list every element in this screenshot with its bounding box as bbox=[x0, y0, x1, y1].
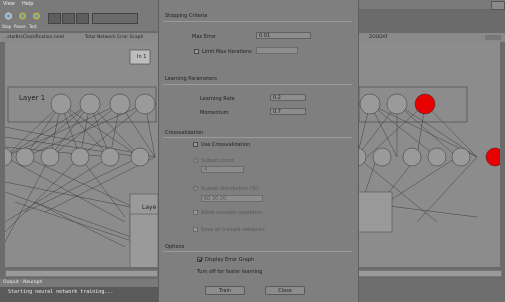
use-crossvalidation-label: Use Crossvalidation bbox=[201, 142, 251, 148]
tab-zoodat[interactable]: ZOODAT bbox=[369, 35, 388, 40]
horizontal-scrollbar-left[interactable] bbox=[5, 270, 158, 277]
allow-repetition-checkbox[interactable] bbox=[193, 210, 198, 215]
save-all-label: Save all trained networks bbox=[201, 227, 265, 233]
output-console: Starting neural network training... bbox=[0, 287, 158, 302]
subset-distribution-field[interactable]: 60 20 20 bbox=[201, 195, 263, 202]
separator bbox=[163, 251, 352, 252]
options-title: Options bbox=[165, 244, 185, 250]
reset-button[interactable] bbox=[62, 13, 75, 24]
train-button[interactable]: Train bbox=[205, 286, 245, 295]
menu-help[interactable]: Help bbox=[22, 1, 33, 7]
learning-rate-field[interactable]: 0.2 bbox=[270, 94, 306, 101]
layer2-label: Laye bbox=[142, 204, 157, 211]
max-error-field[interactable]: 0.01 bbox=[256, 32, 311, 39]
learning-parameters-title: Learning Parameters bbox=[165, 76, 217, 82]
subset-distribution-radio[interactable] bbox=[193, 186, 198, 191]
limit-iterations-field[interactable] bbox=[256, 47, 298, 54]
right-bottom-panel bbox=[357, 279, 505, 302]
active-neuron-layer1 bbox=[414, 93, 436, 115]
layer-label: Layer 1 bbox=[19, 94, 46, 102]
network-canvas-left[interactable]: Layer 1 In 1 Laye bbox=[5, 42, 158, 267]
output-titlebar: Output - Neuroph bbox=[0, 279, 158, 287]
menu-view[interactable]: View bbox=[3, 1, 15, 7]
input-label: In 1 bbox=[137, 54, 147, 60]
subset-distribution-label: Subset distribution (%) bbox=[201, 186, 259, 192]
limit-iterations-label: Limit Max Iterations bbox=[202, 49, 252, 55]
stopping-criteria-title: Stopping Criteria bbox=[165, 13, 208, 19]
subset-count-label: Subset count bbox=[201, 158, 234, 164]
window-controls[interactable] bbox=[485, 35, 501, 40]
learning-rate-label: Learning Rate bbox=[200, 96, 235, 102]
pause-icon[interactable] bbox=[17, 11, 28, 21]
active-neuron-layer2 bbox=[485, 147, 500, 167]
separator bbox=[163, 84, 352, 85]
toolbar-group bbox=[92, 13, 138, 24]
network-graph-right bbox=[357, 86, 500, 233]
editor-tabbar-right: ZOODAT bbox=[357, 33, 505, 42]
subset-count-field[interactable]: 4 bbox=[201, 166, 244, 173]
momentum-label: Momentum bbox=[200, 110, 229, 116]
pause-label: Pause bbox=[14, 24, 26, 29]
test-icon[interactable] bbox=[31, 11, 42, 21]
display-error-graph-checkbox[interactable] bbox=[197, 257, 202, 262]
tab-iris-classification[interactable]: irisClassification.nnet bbox=[16, 35, 64, 40]
network-canvas-right[interactable] bbox=[357, 42, 500, 267]
param-button[interactable] bbox=[76, 13, 89, 24]
save-all-checkbox[interactable] bbox=[193, 227, 198, 232]
test-label: Test bbox=[29, 24, 37, 29]
limit-iterations-checkbox[interactable] bbox=[194, 49, 199, 54]
horizontal-scrollbar-right[interactable] bbox=[357, 270, 502, 277]
display-error-graph-label: Display Error Graph bbox=[205, 257, 255, 263]
turn-off-hint: Turn off for faster learning bbox=[197, 269, 263, 275]
momentum-field[interactable]: 0.7 bbox=[270, 108, 306, 115]
use-crossvalidation-checkbox[interactable] bbox=[193, 142, 198, 147]
editor-tabbar-left: ...start irisClassification.nnet Total N… bbox=[0, 33, 158, 42]
randomize-button[interactable] bbox=[48, 13, 61, 24]
output-title: Output - Neuroph bbox=[3, 280, 43, 285]
network-graph-left bbox=[5, 49, 158, 267]
search-icon[interactable] bbox=[491, 1, 505, 10]
output-line: Starting neural network training... bbox=[8, 289, 114, 295]
separator bbox=[163, 21, 352, 22]
stop-label: Stop bbox=[2, 24, 12, 29]
training-dialog: Stopping Criteria Max Error 0.01 Limit M… bbox=[158, 0, 359, 302]
close-button[interactable]: Close bbox=[265, 286, 305, 295]
allow-repetition-label: Allow samples repetition bbox=[201, 210, 263, 216]
separator bbox=[163, 137, 352, 138]
toolbar: Stop Pause Test bbox=[0, 9, 160, 31]
crossvalidation-title: Crossvalidation bbox=[165, 130, 204, 136]
subset-count-radio[interactable] bbox=[193, 158, 198, 163]
tab-total-error-graph[interactable]: Total Network Error Graph bbox=[85, 35, 143, 40]
max-error-label: Max Error bbox=[192, 34, 217, 40]
stop-icon[interactable] bbox=[3, 11, 14, 21]
